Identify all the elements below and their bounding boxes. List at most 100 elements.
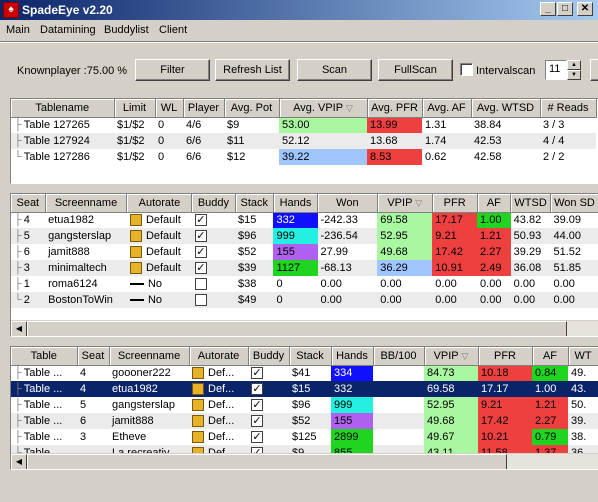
col-vpip-label: VPIP xyxy=(433,349,459,362)
menu-buddylist[interactable]: Buddylist xyxy=(104,24,149,36)
player-row[interactable]: ├ 4 etua1982 Default ✓ $15 332 -242.33 69… xyxy=(11,212,598,228)
col-seat[interactable]: Seat xyxy=(11,194,46,213)
col-bb100[interactable]: BB/100 xyxy=(373,347,425,366)
buddy-checkbox[interactable]: ✓ xyxy=(194,230,207,243)
table-row[interactable]: └ Table 127286 $1/$2 0 6/6 $12 39.22 8.53… xyxy=(11,149,596,165)
players-hscrollbar[interactable]: ◀ xyxy=(11,320,598,336)
col-limit[interactable]: Limit xyxy=(114,99,156,118)
menu-datamining[interactable]: Datamining xyxy=(40,24,96,36)
autorate-icon xyxy=(192,415,204,428)
table-row[interactable]: ├ Table 127924 $1/$2 0 6/6 $11 52.12 13.6… xyxy=(11,133,596,149)
col-stack[interactable]: Stack xyxy=(235,194,274,213)
col-avg-vpip[interactable]: Avg. VPIP ▽ xyxy=(279,99,368,118)
col-avg-af[interactable]: Avg. AF xyxy=(422,99,472,118)
scroll-left-icon[interactable]: ◀ xyxy=(11,321,27,336)
extra-button[interactable] xyxy=(590,59,598,81)
menu-main[interactable]: Main xyxy=(6,24,30,36)
col-screenname[interactable]: Screenname xyxy=(45,194,128,213)
spin-down-icon[interactable]: ▼ xyxy=(567,70,581,80)
col-hands[interactable]: Hands xyxy=(331,347,374,366)
col-tablename[interactable]: Tablename xyxy=(11,99,115,118)
col-player[interactable]: Player xyxy=(183,99,225,118)
col-hands[interactable]: Hands xyxy=(273,194,319,213)
cell-seat: 6 xyxy=(23,246,30,258)
scroll-thumb[interactable] xyxy=(27,321,567,336)
filter-button[interactable]: Filter xyxy=(135,59,210,81)
col-avg-pfr[interactable]: Avg. PFR xyxy=(367,99,423,118)
col-stack[interactable]: Stack xyxy=(289,347,332,366)
all-row-selected[interactable]: ├ Table ... 4 etua1982 Def... ✓ $15 332 6… xyxy=(11,381,598,397)
buddy-checkbox[interactable]: ✓ xyxy=(251,415,263,428)
cell-hands: 0 xyxy=(273,292,318,308)
col-avg-pot[interactable]: Avg. Pot xyxy=(224,99,280,118)
col-vpip[interactable]: VPIP ▽ xyxy=(424,347,479,366)
tree-line-icon: └ xyxy=(14,294,22,306)
players-header-row: Seat Screenname Autorate Buddy Stack Han… xyxy=(11,194,598,213)
scroll-thumb[interactable] xyxy=(27,454,507,469)
fullscan-button[interactable]: FullScan xyxy=(378,59,453,81)
cell-player: 6/6 xyxy=(183,133,224,149)
table-row[interactable]: ├ Table 127265 $1/$2 0 4/6 $9 53.00 13.99… xyxy=(11,117,596,133)
minimize-button[interactable]: _ xyxy=(540,2,556,16)
col-buddy[interactable]: Buddy xyxy=(191,194,236,213)
cell-wtsd: 39. xyxy=(568,413,598,429)
buddy-checkbox[interactable]: ✓ xyxy=(194,214,207,227)
scroll-left-icon[interactable]: ◀ xyxy=(11,454,27,469)
col-pfr[interactable]: PFR xyxy=(478,347,533,366)
player-row[interactable]: ├ 1 roma6124 No $38 0 0.00 0.00 0.00 0.00… xyxy=(11,276,598,292)
col-wtsd[interactable]: WT xyxy=(568,347,598,366)
close-button[interactable]: ✕ xyxy=(577,2,593,16)
col-screenname[interactable]: Screenname xyxy=(109,347,190,366)
all-row[interactable]: ├ Table ... 5 gangsterslap Def... ✓ $96 9… xyxy=(11,397,598,413)
col-autorate[interactable]: Autorate xyxy=(126,194,193,213)
autorate-icon xyxy=(129,230,142,243)
col-vpip[interactable]: VPIP ▽ xyxy=(377,194,433,213)
player-row[interactable]: ├ 5 gangsterslap Default ✓ $96 999 -236.5… xyxy=(11,228,598,244)
col-seat[interactable]: Seat xyxy=(77,347,110,366)
interval-input[interactable]: 11 xyxy=(545,60,567,80)
scan-button[interactable]: Scan xyxy=(297,59,372,81)
autorate-icon xyxy=(129,262,142,275)
menu-client[interactable]: Client xyxy=(159,24,187,36)
col-reads[interactable]: # Reads xyxy=(540,99,597,118)
col-wl[interactable]: WL xyxy=(155,99,184,118)
player-row[interactable]: ├ 6 jamit888 Default ✓ $52 155 27.99 49.6… xyxy=(11,244,598,260)
buddy-checkbox[interactable]: ✓ xyxy=(194,246,207,259)
player-row[interactable]: ├ 3 minimaltech Default ✓ $39 1127 -68.13… xyxy=(11,260,598,276)
buddy-checkbox[interactable] xyxy=(194,278,207,291)
col-pfr[interactable]: PFR xyxy=(432,194,478,213)
spin-up-icon[interactable]: ▲ xyxy=(567,60,581,70)
cell-won: -242.33 xyxy=(320,214,358,227)
col-autorate[interactable]: Autorate xyxy=(189,347,249,366)
col-af[interactable]: AF xyxy=(477,194,512,213)
col-avg-wtsd[interactable]: Avg. WTSD xyxy=(471,99,541,118)
cell-avg-vpip: 53.00 xyxy=(279,117,367,133)
refresh-list-button[interactable]: Refresh List xyxy=(215,59,290,81)
buddy-checkbox[interactable]: ✓ xyxy=(194,262,207,275)
all-row[interactable]: ├ Table ... 6 jamit888 Def... ✓ $52 155 4… xyxy=(11,413,598,429)
buddy-checkbox[interactable] xyxy=(194,294,207,307)
buddy-checkbox[interactable]: ✓ xyxy=(251,399,263,412)
col-won[interactable]: Won xyxy=(317,194,378,213)
col-af[interactable]: AF xyxy=(532,347,569,366)
cell-screenname: roma6124 xyxy=(48,278,98,290)
buddy-checkbox[interactable]: ✓ xyxy=(251,431,263,444)
buddy-checkbox[interactable]: ✓ xyxy=(251,383,263,396)
cell-tablename: Table 127286 xyxy=(23,151,90,163)
all-row[interactable]: ├ Table ... 3 Etheve Def... ✓ $125 2899 4… xyxy=(11,429,598,445)
buddy-checkbox[interactable]: ✓ xyxy=(251,367,263,380)
col-won-sd[interactable]: Won SD xyxy=(550,194,598,213)
intervalscan-checkbox[interactable] xyxy=(460,63,473,76)
maximize-button[interactable]: □ xyxy=(557,2,573,16)
all-hscrollbar[interactable]: ◀ xyxy=(11,453,598,469)
cell-seat: 3 xyxy=(23,262,30,274)
cell-pfr: 17.17 xyxy=(432,212,478,228)
player-row[interactable]: └ 2 BostonToWin No $49 0 0.00 0.00 0.00 0… xyxy=(11,292,598,308)
col-wtsd[interactable]: WTSD xyxy=(510,194,551,213)
col-buddy[interactable]: Buddy xyxy=(248,347,290,366)
col-vpip-label: VPIP xyxy=(387,196,413,209)
col-table[interactable]: Table xyxy=(11,347,78,366)
all-row[interactable]: ├ Table ... 4 goooner222 Def... ✓ $41 334… xyxy=(11,365,598,381)
menu-divider xyxy=(0,41,598,43)
cell-seat: 4 xyxy=(23,214,30,227)
